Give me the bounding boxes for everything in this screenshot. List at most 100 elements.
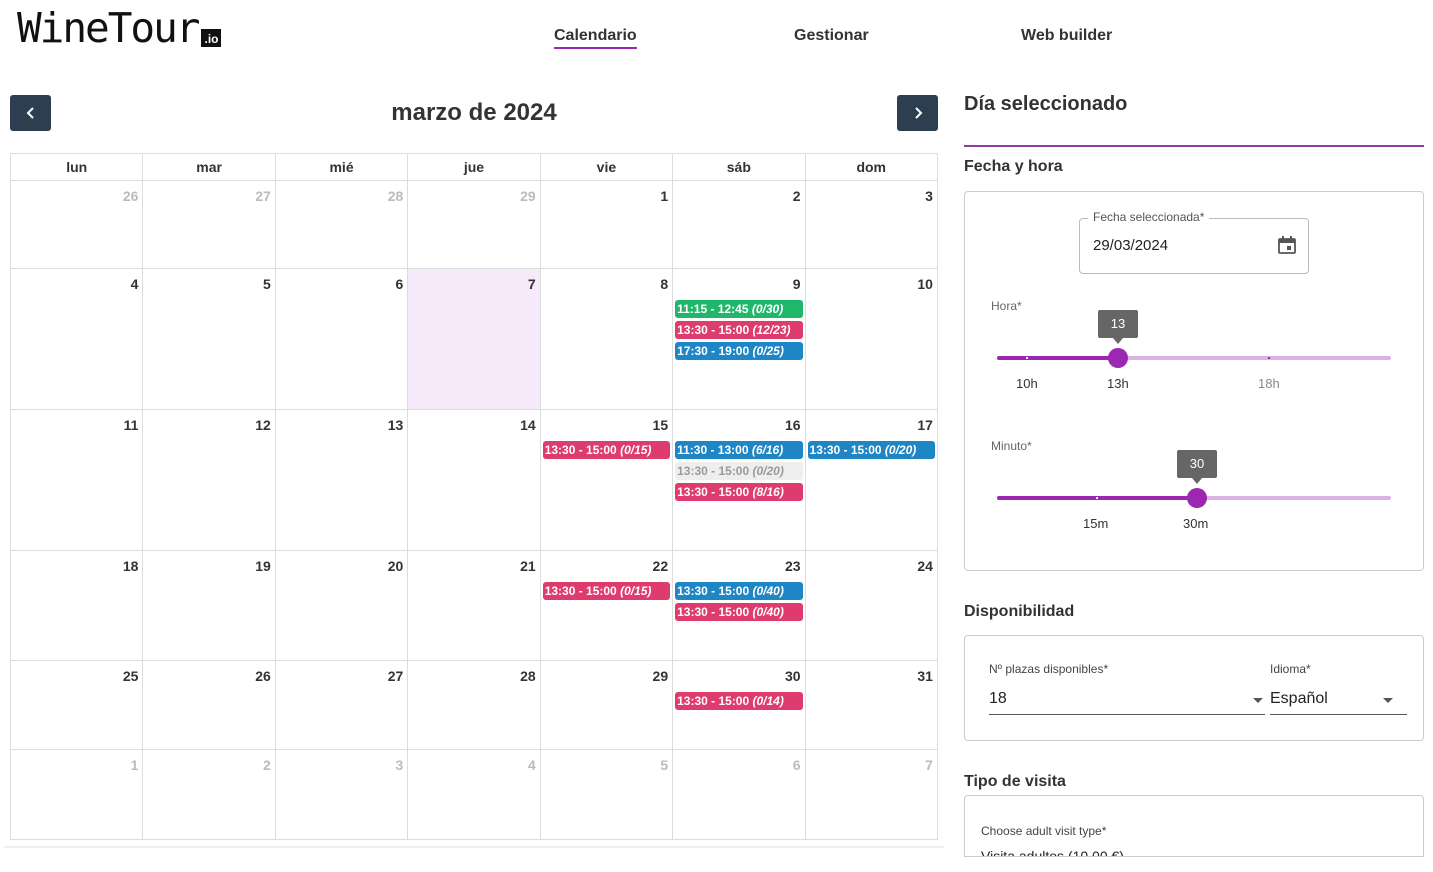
logo[interactable]: WineTour .io bbox=[17, 8, 222, 49]
event-chip[interactable]: 13:30 - 15:00 (0/15) bbox=[542, 441, 671, 459]
calendar-day-cell[interactable]: 26 bbox=[143, 661, 276, 749]
nav-calendario[interactable]: Calendario bbox=[554, 27, 637, 49]
panel-title-underline bbox=[964, 145, 1424, 147]
event-chip[interactable]: 13:30 - 15:00 (0/14) bbox=[675, 692, 803, 710]
calendar-day-cell[interactable]: 10 bbox=[806, 269, 937, 409]
day-number: 29 bbox=[652, 668, 669, 684]
day-number: 4 bbox=[527, 757, 536, 773]
calendar-day-cell[interactable]: 4 bbox=[408, 750, 541, 839]
date-field-value[interactable]: 29/03/2024 bbox=[1093, 237, 1168, 254]
event-time: 13:30 - 15:00 bbox=[544, 443, 617, 457]
calendar-day-cell[interactable]: 29 bbox=[408, 181, 541, 268]
calendar-day-cell[interactable]: 18 bbox=[11, 551, 144, 660]
calendar-day-cell[interactable]: 15 13:30 - 15:00 (0/15) bbox=[541, 410, 674, 550]
day-number: 5 bbox=[263, 276, 271, 292]
event-time: 17:30 - 19:00 bbox=[677, 344, 750, 358]
day-number: 25 bbox=[122, 668, 139, 684]
calendar-day-cell[interactable]: 22 13:30 - 15:00 (0/15) bbox=[541, 551, 674, 660]
idioma-underline bbox=[1270, 714, 1407, 715]
calendar-day-cell[interactable]: 16 11:30 - 13:00 (6/16) 13:30 - 15:00 (0/2… bbox=[673, 410, 806, 550]
hora-slider-thumb[interactable] bbox=[1108, 348, 1128, 368]
nav-web-builder[interactable]: Web builder bbox=[1021, 27, 1112, 45]
event-occupancy: (0/40) bbox=[752, 605, 784, 619]
day-number: 10 bbox=[917, 276, 933, 292]
calendar-day-cell[interactable]: 1 bbox=[11, 750, 144, 839]
calendar-day-cell[interactable]: 17 13:30 - 15:00 (0/20) bbox=[806, 410, 937, 550]
event-chip[interactable]: 17:30 - 19:00 (0/25) bbox=[675, 342, 803, 360]
event-time: 13:30 - 15:00 bbox=[677, 605, 750, 619]
panel-scroll-edge bbox=[964, 856, 1424, 857]
tipo-visita-label: Choose adult visit type* bbox=[981, 824, 1107, 838]
calendar-day-cell[interactable]: 30 13:30 - 15:00 (0/14) bbox=[673, 661, 806, 749]
calendar-day-cell[interactable]: 28 bbox=[276, 181, 409, 268]
event-chip[interactable]: 13:30 - 15:00 (8/16) bbox=[675, 483, 803, 501]
calendar-day-cell[interactable]: 5 bbox=[541, 750, 674, 839]
event-chip[interactable]: 13:30 - 15:00 (0/20) bbox=[675, 462, 803, 480]
calendar-day-cell[interactable]: 13 bbox=[276, 410, 409, 550]
event-chip[interactable]: 13:30 - 15:00 (0/40) bbox=[675, 603, 803, 621]
calendar-day-cell[interactable]: 27 bbox=[143, 181, 276, 268]
calendar-day-cell[interactable]: 4 bbox=[11, 269, 144, 409]
calendar-day-cell[interactable]: 21 bbox=[408, 551, 541, 660]
event-chip[interactable]: 13:30 - 15:00 (0/15) bbox=[542, 582, 671, 600]
weekday-2: mié bbox=[276, 154, 409, 180]
calendar-day-cell[interactable]: 3 bbox=[276, 750, 409, 839]
calendar-day-cell[interactable]: 29 bbox=[541, 661, 674, 749]
calendar-day-cell[interactable]: 2 bbox=[673, 181, 806, 268]
event-chip[interactable]: 13:30 - 15:00 (12/23) bbox=[675, 321, 803, 339]
event-time: 13:30 - 15:00 bbox=[544, 584, 617, 598]
calendar-day-cell[interactable]: 14 bbox=[408, 410, 541, 550]
day-number: 2 bbox=[263, 757, 271, 773]
calendar-day-cell[interactable]: 1 bbox=[541, 181, 674, 268]
day-number: 20 bbox=[387, 558, 404, 574]
calendar-day-cell[interactable]: 8 bbox=[541, 269, 674, 409]
event-chip[interactable]: 13:30 - 15:00 (0/40) bbox=[675, 582, 803, 600]
calendar-day-cell[interactable]: 12 bbox=[143, 410, 276, 550]
minuto-slider-thumb[interactable] bbox=[1187, 488, 1207, 508]
day-events: 11:30 - 13:00 (6/16) 13:30 - 15:00 (0/20)… bbox=[675, 441, 803, 501]
calendar-day-cell[interactable]: 6 bbox=[673, 750, 806, 839]
calendar-day-cell[interactable]: 25 bbox=[11, 661, 144, 749]
plazas-select-value[interactable]: 18 bbox=[989, 690, 1007, 708]
event-occupancy: (0/15) bbox=[620, 443, 652, 457]
calendar-day-cell[interactable]: 23 13:30 - 15:00 (0/40) 13:30 - 15:00 (0/4… bbox=[673, 551, 806, 660]
date-field-label: Fecha seleccionada* bbox=[1088, 210, 1210, 224]
calendar-day-cell[interactable]: 28 bbox=[408, 661, 541, 749]
next-month-button[interactable] bbox=[897, 95, 938, 131]
calendar-day-cell[interactable]: 27 bbox=[276, 661, 409, 749]
day-number: 16 bbox=[784, 417, 801, 433]
day-number: 15 bbox=[652, 417, 669, 433]
calendar-day-cell[interactable]: 20 bbox=[276, 551, 409, 660]
plazas-dropdown-icon[interactable] bbox=[1253, 698, 1263, 703]
calendar-day-cell[interactable]: 24 bbox=[806, 551, 937, 660]
day-number: 3 bbox=[395, 757, 404, 773]
day-number: 14 bbox=[520, 417, 536, 433]
event-chip[interactable]: 11:15 - 12:45 (0/30) bbox=[675, 300, 803, 318]
panel-title: Día seleccionado bbox=[964, 93, 1128, 115]
calendar-day-cell[interactable]: 11 bbox=[11, 410, 144, 550]
day-events: 11:15 - 12:45 (0/30) 13:30 - 15:00 (12/23… bbox=[675, 300, 803, 360]
nav-gestionar[interactable]: Gestionar bbox=[794, 27, 869, 45]
event-chip[interactable]: 11:30 - 13:00 (6/16) bbox=[675, 441, 803, 459]
calendar-day-cell[interactable]: 2 bbox=[143, 750, 276, 839]
idioma-dropdown-icon[interactable] bbox=[1383, 698, 1393, 703]
minuto-tick-15 bbox=[1096, 497, 1098, 499]
logo-suffix: .io bbox=[201, 29, 222, 47]
minuto-mark-30m: 30m bbox=[1183, 516, 1209, 531]
calendar-day-cell[interactable]: 5 bbox=[143, 269, 276, 409]
minuto-tooltip-arrow bbox=[1192, 478, 1202, 484]
calendar-day-cell[interactable]: 7 bbox=[408, 269, 541, 409]
calendar-day-cell[interactable]: 6 bbox=[276, 269, 409, 409]
calendar-day-cell[interactable]: 26 bbox=[11, 181, 144, 268]
calendar-day-cell[interactable]: 31 bbox=[806, 661, 937, 749]
calendar-day-cell[interactable]: 19 bbox=[143, 551, 276, 660]
idioma-select-value[interactable]: Español bbox=[1270, 690, 1328, 708]
calendar-bottom-divider bbox=[4, 846, 944, 848]
calendar-day-cell[interactable]: 3 bbox=[806, 181, 937, 268]
day-number: 7 bbox=[527, 276, 536, 292]
event-chip[interactable]: 13:30 - 15:00 (0/20) bbox=[807, 441, 935, 459]
calendar-day-cell[interactable]: 7 bbox=[806, 750, 937, 839]
calendar-icon[interactable] bbox=[1277, 235, 1297, 255]
fecha-section-title: Fecha y hora bbox=[964, 158, 1063, 175]
calendar-day-cell[interactable]: 9 11:15 - 12:45 (0/30) 13:30 - 15:00 (12/2… bbox=[673, 269, 806, 409]
